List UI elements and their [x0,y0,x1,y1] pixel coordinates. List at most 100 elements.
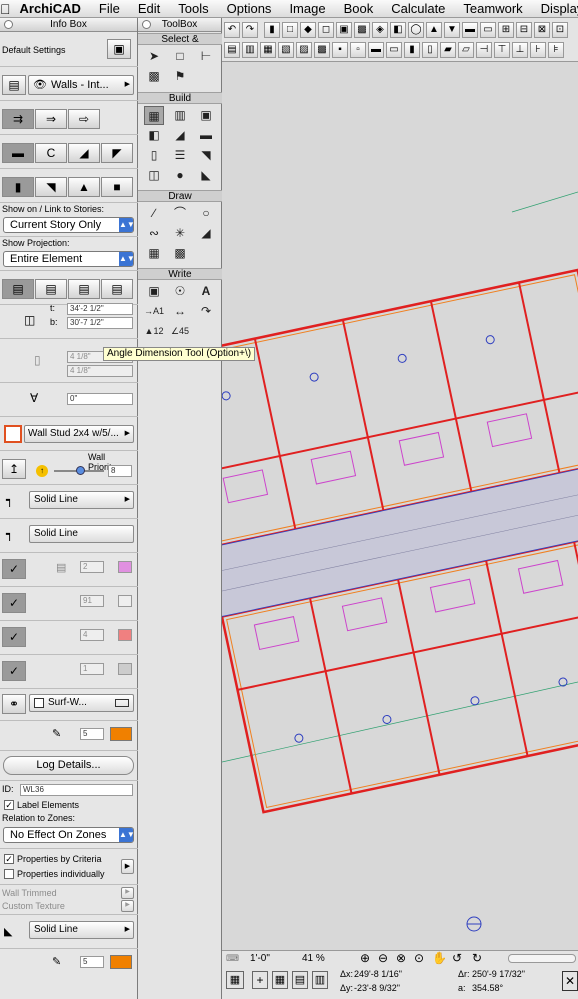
angle-field[interactable]: 0" [67,393,133,405]
pen-swatch-c[interactable] [118,629,132,641]
composite-popup[interactable]: Wall Stud 2x4 w/5/... ▶ [24,425,134,443]
toolbar-icon-26[interactable]: ▬ [368,42,384,58]
toolbar-icon-25[interactable]: ▫ [350,42,366,58]
toolbar-icon-34[interactable]: ⊥ [512,42,528,58]
radial-dimension-tool-icon[interactable]: ↔ [170,302,190,321]
log-details-button[interactable]: Log Details... [3,756,134,775]
arrow-tool-icon[interactable]: ➤ [144,47,164,66]
pen-toggle-a[interactable]: ✓ [2,559,26,579]
close-icon[interactable] [142,20,151,29]
previous-zoom-icon[interactable]: ↺ [452,951,462,965]
menu-book[interactable]: Book [335,1,383,16]
id-field[interactable]: WL36 [20,784,133,796]
wall-trimmed-button[interactable]: ▶ [121,887,134,899]
slanted-wall-icon[interactable]: ◥ [35,177,67,197]
toolbar-icon-28[interactable]: ▮ [404,42,420,58]
ref-line-outside-icon[interactable]: ▤ [2,279,34,299]
zone-tool-icon[interactable]: ◣ [196,166,216,185]
props-criteria-checkbox[interactable]: ✓ [4,854,14,864]
circle-tool-icon[interactable]: ○ [196,204,216,223]
label-tool-icon[interactable]: →A1 [144,302,164,321]
pan-icon[interactable]: ✋ [432,951,447,965]
level-dimension-tool-icon[interactable]: ☉ [170,282,190,301]
relative-coords-icon[interactable]: ▤ [292,971,308,989]
marquee-tool-icon[interactable]: □ [170,47,190,66]
menu-display[interactable]: Display [532,1,578,16]
zoom-value[interactable]: 41 % [302,953,325,964]
toolbar-icon-35[interactable]: ⊦ [530,42,546,58]
toolbar-icon-12[interactable]: ▬ [462,22,478,38]
toolbar-icon-5[interactable]: ▣ [336,22,352,38]
toolbar-icon-32[interactable]: ⊣ [476,42,492,58]
toolbar-icon-18[interactable]: ▤ [224,42,240,58]
beam-tool-icon[interactable]: ▣ [196,106,216,125]
show-on-select[interactable]: Current Story Only ▲▼ [3,217,135,233]
zoom-out-icon[interactable]: ⊖ [378,951,388,965]
pen-toggle-b[interactable]: ✓ [2,593,26,613]
toolbar-icon-27[interactable]: ▭ [386,42,402,58]
redo-icon[interactable]: ↷ [242,22,258,38]
toolbar-icon-21[interactable]: ▧ [278,42,294,58]
line-wall-icon[interactable]: ▬ [2,143,34,163]
rect-wall-icon[interactable]: ⇨ [68,109,100,129]
menu-image[interactable]: Image [280,1,334,16]
absolute-coords-icon[interactable]: ▥ [312,971,328,989]
props-individual-checkbox[interactable] [4,869,14,879]
polyline-tool-icon[interactable]: ⌒ [170,204,190,223]
top-elevation-field[interactable]: 34'-2 1/2" [67,303,133,315]
toolbar-icon-24[interactable]: ▪ [332,42,348,58]
picture-tool-icon[interactable]: ▦ [144,244,164,263]
wall-tool-icon[interactable]: ▦ [144,106,164,125]
pen-field-f[interactable]: 5 [80,956,104,968]
line-type-popup-3[interactable]: Solid Line ▶ [29,921,134,939]
pen-field-b[interactable]: 91 [80,595,104,607]
toolbar-icon-4[interactable]: ◻ [318,22,334,38]
trapezoid-wall-icon[interactable]: ◢ [68,143,100,163]
apple-icon[interactable]:  [0,1,11,17]
toolbar-icon-31[interactable]: ▱ [458,42,474,58]
line-type-popup-2[interactable]: Solid Line [29,525,134,543]
wall-tool-icon[interactable]: ▤ [2,75,26,95]
toolbar-icon-1[interactable]: ▮ [264,22,280,38]
pen-field-e[interactable]: 5 [80,728,104,740]
label-elements-checkbox[interactable]: ✓ [4,800,14,810]
lamp-tool-icon[interactable]: ● [170,166,190,185]
profile-wall-icon[interactable]: ■ [101,177,133,197]
close-coords-icon[interactable]: ✕ [562,971,578,991]
toolbar-icon-10[interactable]: ▲ [426,22,442,38]
polygon-wall-icon[interactable]: ◤ [101,143,133,163]
wall-intersection-icon[interactable]: ↥ [2,459,26,479]
menu-calculate[interactable]: Calculate [382,1,454,16]
toolbar-icon-13[interactable]: ▭ [480,22,496,38]
toolbar-icon-2[interactable]: □ [282,22,298,38]
priority-up-icon[interactable]: ↑ [36,465,48,477]
chained-wall-icon[interactable]: ⇒ [35,109,67,129]
toolbar-icon-20[interactable]: ▦ [260,42,276,58]
door-tool-icon[interactable]: ◧ [144,126,164,145]
text-tool-icon[interactable]: A [196,282,216,301]
fill-tool-icon[interactable]: ◢ [196,224,216,243]
toolbar-icon-30[interactable]: ▰ [440,42,456,58]
object-tool-icon[interactable]: ▯ [144,146,164,165]
close-icon[interactable] [4,20,13,29]
undo-icon[interactable]: ↶ [224,22,240,38]
toolbox-titlebar[interactable]: ToolBox [138,18,221,32]
toolbar-icon-14[interactable]: ⊞ [498,22,514,38]
next-zoom-icon[interactable]: ↻ [472,951,482,965]
pen-field-c[interactable]: 4 [80,629,104,641]
menu-edit[interactable]: Edit [129,1,169,16]
pen-toggle-d[interactable]: ✓ [2,661,26,681]
ref-line-center-icon[interactable]: ▤ [35,279,67,299]
snap-grid-icon[interactable]: ▦ [272,971,288,989]
column-tool-icon[interactable]: ▥ [170,106,190,125]
elevation-tool-icon[interactable]: ▩ [144,67,164,86]
toolbar-icon-23[interactable]: ▩ [314,42,330,58]
window-tool-icon[interactable]: ◫ [144,166,164,185]
priority-slider-thumb[interactable] [76,466,85,475]
floor-plan-canvas[interactable] [222,62,578,950]
zoom-window-icon[interactable]: ⊗ [396,951,406,965]
properties-popup-button[interactable]: ▶ [121,859,134,874]
vertical-wall-icon[interactable]: ▮ [2,177,34,197]
toolbar-icon-9[interactable]: ◯ [408,22,424,38]
toolbar-icon-19[interactable]: ▥ [242,42,258,58]
